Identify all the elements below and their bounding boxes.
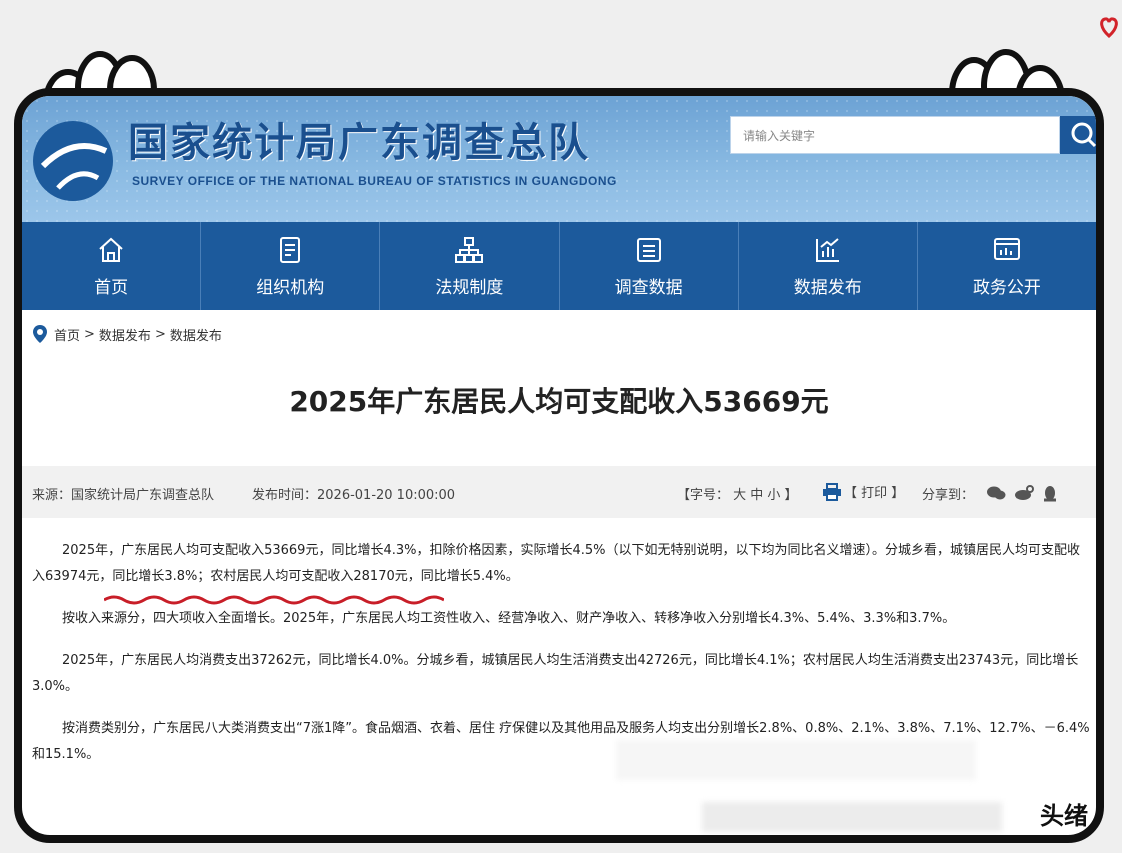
heart-icon	[1100, 17, 1118, 39]
article-meta-bar: 来源：国家统计局广东调查总队 发布时间：2026-01-20 10:00:00 …	[22, 466, 1096, 518]
nav-label: 法规制度	[435, 277, 504, 298]
article-paragraph: 按收入来源分，四大项收入全面增长。2025年，广东居民人均工资性收入、经营净收入…	[62, 611, 956, 626]
qq-icon[interactable]	[1042, 485, 1058, 503]
nav-label: 政务公开	[972, 277, 1041, 298]
printer-icon	[823, 482, 841, 501]
share-bar: 分享到：	[922, 484, 1058, 503]
site-title: 国家统计局广东调查总队	[128, 120, 590, 166]
watermark-text: 头绪	[1040, 802, 1088, 830]
print-button[interactable]: 【 打印 】	[822, 482, 904, 501]
logo-icon	[33, 121, 113, 201]
nav-item-regulations[interactable]: 法规制度	[380, 222, 560, 310]
font-size-selector[interactable]: 【字号： 大 中 小 】	[677, 484, 798, 503]
chart-icon	[815, 237, 839, 262]
share-label: 分享到：	[922, 488, 975, 503]
breadcrumb-item-home[interactable]: 首页	[54, 325, 80, 344]
red-wavy-underline	[104, 595, 444, 605]
nav-label: 数据发布	[793, 277, 862, 298]
article-source: 来源：国家统计局广东调查总队	[32, 488, 215, 503]
breadcrumb-separator: >	[154, 326, 166, 342]
search-icon	[1071, 122, 1096, 148]
nav-label: 调查数据	[614, 277, 683, 298]
search-input[interactable]: 请输入关键字	[730, 116, 1060, 154]
org-chart-icon	[455, 236, 484, 263]
print-label: 【 打印 】	[844, 486, 905, 501]
nav-item-org[interactable]: 组织机构	[201, 222, 381, 310]
nav-item-data-release[interactable]: 数据发布	[739, 222, 918, 310]
document-icon	[280, 236, 301, 263]
nav-label: 首页	[94, 277, 129, 298]
site-subtitle: SURVEY OFFICE OF THE NATIONAL BUREAU OF …	[132, 174, 617, 188]
article-paragraph: 2025年，广东居民人均可支配收入53669元，同比增长4.3%，扣除价格因素，…	[32, 543, 1080, 584]
wechat-icon[interactable]	[986, 485, 1006, 501]
article-publish-time: 发布时间：2026-01-20 10:00:00	[252, 488, 456, 503]
breadcrumb: 首页 > 数据发布 > 数据发布	[32, 324, 222, 344]
blurred-overlay	[616, 740, 976, 780]
screenshot-frame: 国家统计局广东调查总队 SURVEY OFFICE OF THE NATIONA…	[14, 88, 1104, 843]
nav-item-government-affairs[interactable]: 政务公开	[918, 222, 1096, 310]
location-pin-icon	[33, 325, 47, 343]
search-button[interactable]	[1060, 116, 1096, 154]
nav-label: 组织机构	[256, 277, 325, 298]
nav-item-survey-data[interactable]: 调查数据	[560, 222, 739, 310]
breadcrumb-separator: >	[84, 326, 95, 342]
breadcrumb-item[interactable]: 数据发布	[99, 325, 151, 344]
list-icon	[636, 237, 661, 262]
weibo-icon[interactable]	[1014, 484, 1035, 501]
home-icon	[99, 237, 123, 262]
blurred-overlay	[702, 802, 1002, 832]
main-nav: 首页 组织机构 法规制度 调查数据 数据发布 政务公开	[22, 222, 1096, 310]
article-paragraph: 2025年，广东居民人均消费支出37262元，同比增长4.0%。分城乡看，城镇居…	[32, 653, 1079, 694]
breadcrumb-item-current[interactable]: 数据发布	[170, 325, 222, 344]
site-banner: 国家统计局广东调查总队 SURVEY OFFICE OF THE NATIONA…	[22, 96, 1096, 222]
browser-icon	[993, 237, 1020, 260]
nav-item-home[interactable]: 首页	[22, 222, 202, 310]
article-title: 2025年广东居民人均可支配收入53669元	[289, 385, 829, 418]
